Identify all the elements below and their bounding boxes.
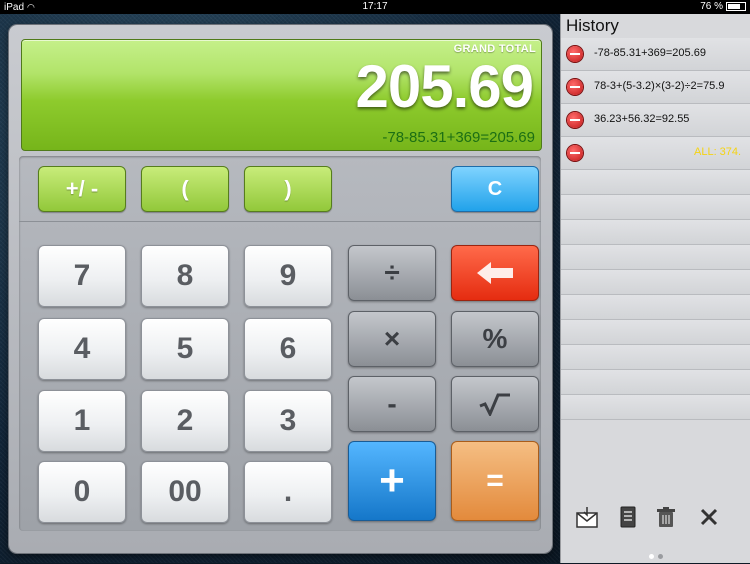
digit-2-button[interactable]: 2 xyxy=(141,390,229,452)
digit-8-button[interactable]: 8 xyxy=(141,245,229,307)
divide-button[interactable]: ÷ xyxy=(348,245,436,301)
status-bar: iPad ◠ 17:17 76 % xyxy=(0,0,750,14)
history-empty-row xyxy=(561,395,750,420)
digit-0-button[interactable]: 0 xyxy=(38,461,126,523)
open-paren-button[interactable]: ( xyxy=(141,166,229,212)
clear-button[interactable]: C xyxy=(451,166,539,212)
display-result: 205.69 xyxy=(355,53,534,120)
page-dot xyxy=(658,554,663,559)
digit-5-button[interactable]: 5 xyxy=(141,318,229,380)
page-indicator xyxy=(647,546,665,564)
display-expression: -78-85.31+369=205.69 xyxy=(382,129,535,146)
history-toolbar xyxy=(561,499,750,535)
page-dot-active xyxy=(649,554,654,559)
multiply-button[interactable]: × xyxy=(348,311,436,367)
sign-toggle-button[interactable]: +/ - xyxy=(38,166,126,212)
minus-button[interactable]: - xyxy=(348,376,436,432)
minus-circle-icon[interactable] xyxy=(567,79,583,95)
battery-icon xyxy=(726,1,746,11)
plus-button[interactable]: + xyxy=(348,441,436,521)
equals-button[interactable]: = xyxy=(451,441,539,521)
history-empty-row xyxy=(561,270,750,295)
history-title: History xyxy=(566,16,619,35)
digit-9-button[interactable]: 9 xyxy=(244,245,332,307)
history-panel: History -78-85.31+369=205.69 78-3+(5-3.2… xyxy=(560,14,750,563)
close-icon[interactable] xyxy=(697,505,721,529)
history-empty-row xyxy=(561,370,750,395)
history-empty-row xyxy=(561,345,750,370)
digit-6-button[interactable]: 6 xyxy=(244,318,332,380)
digit-3-button[interactable]: 3 xyxy=(244,390,332,452)
history-entry-text: 78-3+(5-3.2)×(3-2)÷2=75.9 xyxy=(594,80,725,92)
history-empty-row xyxy=(561,195,750,220)
digit-7-button[interactable]: 7 xyxy=(38,245,126,307)
digit-1-button[interactable]: 1 xyxy=(38,390,126,452)
status-battery: 76 % xyxy=(700,0,746,14)
sqrt-button[interactable] xyxy=(451,376,539,432)
close-paren-button[interactable]: ) xyxy=(244,166,332,212)
history-entry-text: 36.23+56.32=92.55 xyxy=(594,113,690,125)
history-empty-row xyxy=(561,320,750,345)
history-total: ALL: 374. xyxy=(694,146,742,158)
history-entry[interactable]: 78-3+(5-3.2)×(3-2)÷2=75.9 xyxy=(561,71,750,104)
history-total-row[interactable]: ALL: 374. xyxy=(561,137,750,170)
square-root-icon xyxy=(479,393,510,416)
digit-4-button[interactable]: 4 xyxy=(38,318,126,380)
minus-circle-icon[interactable] xyxy=(567,112,583,128)
history-empty-row xyxy=(561,170,750,195)
minus-circle-icon[interactable] xyxy=(567,46,583,62)
history-empty-row xyxy=(561,295,750,320)
history-empty-row xyxy=(561,245,750,270)
document-icon[interactable] xyxy=(616,505,640,529)
backspace-button[interactable] xyxy=(451,245,539,301)
history-entry[interactable]: 36.23+56.32=92.55 xyxy=(561,104,750,137)
history-empty-row xyxy=(561,220,750,245)
battery-percent: 76 % xyxy=(700,1,723,12)
trash-icon[interactable] xyxy=(654,505,678,529)
arrow-left-icon xyxy=(477,262,513,284)
mail-icon[interactable] xyxy=(575,505,599,529)
decimal-button[interactable]: . xyxy=(244,461,332,523)
double-zero-button[interactable]: 00 xyxy=(141,461,229,523)
minus-circle-icon[interactable] xyxy=(567,145,583,161)
calculator: GRAND TOTAL 205.69 -78-85.31+369=205.69 … xyxy=(9,25,552,553)
history-entry-text: -78-85.31+369=205.69 xyxy=(594,47,706,59)
percent-button[interactable]: % xyxy=(451,311,539,367)
keypad: +/ - ( ) C 7 8 9 ÷ 4 5 6 × % 1 2 3 - 0 0… xyxy=(19,156,541,531)
history-entry[interactable]: -78-85.31+369=205.69 xyxy=(561,38,750,71)
status-time: 17:17 xyxy=(362,1,388,12)
history-list: -78-85.31+369=205.69 78-3+(5-3.2)×(3-2)÷… xyxy=(561,38,750,420)
display-panel: GRAND TOTAL 205.69 -78-85.31+369=205.69 xyxy=(21,39,542,151)
